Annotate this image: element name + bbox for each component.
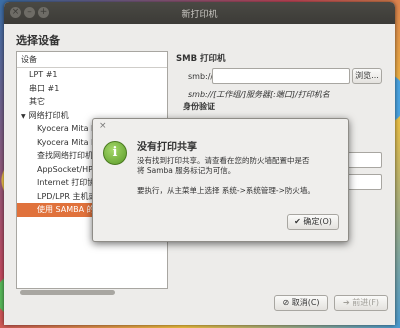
smb-section-title: SMB 打印机 [176, 54, 226, 64]
window-title: 新打印机 [181, 10, 218, 20]
dialog-instruction: 要执行，从主菜单上选择 系统->系统管理->防火墙。 [137, 186, 315, 195]
device-tree-item-label: 网络打印机 [28, 110, 69, 120]
device-tree-item[interactable]: 其它 [17, 95, 167, 109]
device-tree-item-label: 使用 SAMBA 的 [37, 205, 95, 214]
device-tree-item-label: 串口 #1 [29, 83, 60, 93]
no-print-shares-dialog: × i 没有打印共享 没有找到打印共享。请查看在您的防火墙配置中是否 将 Sam… [92, 118, 349, 242]
device-tree-header[interactable]: 设备 [17, 52, 167, 68]
dialog-title: 没有打印共享 [137, 142, 197, 153]
device-tree-item-label: LPT #1 [29, 70, 58, 79]
scrollbar-thumb[interactable] [20, 290, 115, 295]
device-tree-item-label: 其它 [29, 97, 45, 106]
auth-section-title: 身份验证 [183, 102, 215, 111]
browse-button[interactable]: 浏览... [352, 68, 382, 84]
horizontal-scrollbar[interactable] [16, 288, 166, 298]
device-tree-item[interactable]: LPT #1 [17, 68, 167, 82]
dialog-message-line1: 没有找到打印共享。请查看在您的防火墙配置中是否 [137, 156, 310, 165]
info-icon: i [103, 141, 127, 165]
cancel-button[interactable]: ⊘ 取消(C) [274, 295, 328, 311]
page-heading: 选择设备 [16, 34, 60, 47]
device-tree-item-label: 查找网络打印机 [37, 151, 93, 160]
dialog-message-line2: 将 Samba 服务标记为可信。 [137, 166, 236, 175]
forward-button[interactable]: ➔ 前进(F) [334, 295, 388, 311]
device-tree-item[interactable]: 串口 #1 [17, 82, 167, 96]
smb-prefix-label: smb:// [188, 72, 214, 81]
titlebar: × – + 新打印机 [4, 2, 395, 24]
dialog-close-icon[interactable]: × [99, 121, 107, 131]
smb-uri-input[interactable] [212, 68, 350, 84]
smb-uri-hint: smb://[工作组/]服务器[:端口]/打印机名 [188, 90, 330, 99]
expander-arrow-icon[interactable]: ▼ [21, 113, 26, 120]
ok-button[interactable]: ✔ 确定(O) [287, 214, 339, 230]
